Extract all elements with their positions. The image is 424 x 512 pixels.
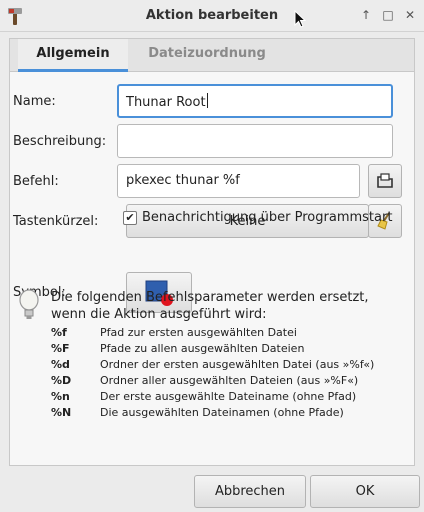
description-input[interactable] [117,124,393,158]
parameter-description: Die ausgewählten Dateinamen (ohne Pfade) [100,406,344,419]
shortcut-label: Tastenkürzel: [13,214,99,229]
minimize-button[interactable]: ↑ [356,6,376,24]
parameter-description: Ordner aller ausgewählten Dateien (aus »… [100,374,359,387]
parameter-code: %d [51,358,70,371]
parameter-row: %F Pfade zu allen ausgewählten Dateien [51,341,374,357]
startup-notify-label: Benachrichtigung über Programmstart [142,210,393,225]
maximize-button[interactable]: □ [378,6,398,24]
startup-notify-toggle[interactable]: ✔ Benachrichtigung über Programmstart [123,210,392,225]
mouse-cursor-icon [294,10,306,28]
command-input[interactable]: pkexec thunar %f [117,164,360,198]
browse-button[interactable] [368,164,402,198]
name-value: Thunar Root [126,95,206,110]
parameter-description: Der erste ausgewählte Dateiname (ohne Pf… [100,390,357,403]
parameter-code: %D [51,374,72,387]
parameter-code: %n [51,390,70,403]
lightbulb-icon [19,289,39,319]
close-button[interactable]: ✕ [400,6,420,24]
startup-notify-checkbox[interactable]: ✔ [123,210,137,225]
parameter-code: %N [51,406,72,419]
parameter-row: %N Die ausgewählten Dateinamen (ohne Pfa… [51,405,374,421]
title-bar: Aktion bearbeiten ↑ □ ✕ [0,0,424,32]
cancel-button[interactable]: Abbrechen [194,475,306,508]
description-label: Beschreibung: [13,134,107,149]
folder-browse-icon [377,173,393,188]
ok-button[interactable]: OK [310,475,420,508]
name-label: Name: [13,94,56,109]
parameter-info-text: Die folgenden Befehlsparameter werden er… [51,290,369,322]
command-label: Befehl: [13,174,59,189]
text-caret [206,93,208,108]
parameter-row: %d Ordner der ersten ausgewählten Datei … [51,357,374,373]
parameter-code: %F [51,342,70,355]
parameter-description: Ordner der ersten ausgewählten Datei (au… [100,358,375,371]
name-input[interactable]: Thunar Root [117,84,393,118]
parameter-list: %f Pfad zur ersten ausgewählten Datei %F… [51,325,374,421]
tab-general[interactable]: Allgemein [18,39,128,72]
parameter-row: %n Der erste ausgewählte Dateiname (ohne… [51,389,374,405]
tab-bar: Allgemein Dateizuordnung [10,39,414,72]
parameter-row: %D Ordner aller ausgewählten Dateien (au… [51,373,374,389]
parameter-description: Pfade zu allen ausgewählten Dateien [100,342,305,355]
parameter-code: %f [51,326,67,339]
parameter-row: %f Pfad zur ersten ausgewählten Datei [51,325,374,341]
parameter-description: Pfad zur ersten ausgewählten Datei [100,326,297,339]
tab-file-patterns[interactable]: Dateizuordnung [132,39,282,72]
